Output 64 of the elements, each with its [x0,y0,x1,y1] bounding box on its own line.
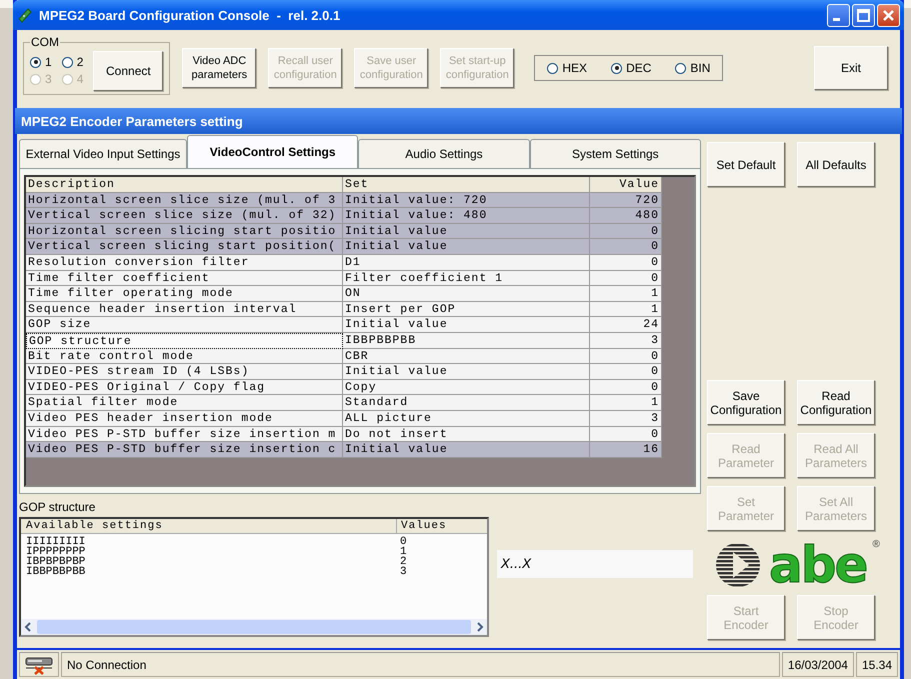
panel-title: MPEG2 Encoder Parameters setting [21,114,243,128]
tab[interactable]: External Video Input Settings [19,139,187,168]
toolbar-button[interactable]: Video ADC parameters [182,48,256,88]
status-message: No Connection [61,652,780,677]
table-row[interactable]: Video PES P-STD buffer size insertion m Do not insert 0 [26,426,662,442]
table-row[interactable]: Vertical screen slicing start position( Initial value 0 [26,239,662,255]
tab[interactable]: Audio Settings [358,139,530,168]
port-radio[interactable]: 2 [62,55,84,69]
registered-mark: ® [872,539,880,550]
list-cell-text: 0 [399,537,407,547]
side-button[interactable]: Set Default [707,142,785,187]
side-button[interactable]: Read Configuration [797,380,875,425]
table-row[interactable]: VIDEO-PES stream ID (4 LSBs) Initial value 0 [26,364,662,380]
table-row[interactable]: Video PES header insertion mode ALL picture 3 [26,410,662,426]
list-cell-text: 3 [399,567,407,577]
maximize-button[interactable] [852,4,875,26]
table-row[interactable]: Horizontal screen slicing start positio Initial value 0 [26,224,662,240]
table-row[interactable]: Horizontal screen slice size (mul. of 3 Initial value: 720 720 [26,192,662,208]
format-radio[interactable]: DEC [611,61,652,75]
window-title: MPEG2 Board Configuration Console - rel. 2.0.1 [39,8,342,22]
tab[interactable]: VideoControl Settings [187,135,358,168]
table-row[interactable]: VIDEO-PES Original / Copy flag Copy 0 [26,380,662,396]
table-row[interactable]: Sequence header insertion interval Insert per GOP 1 [26,302,662,318]
horizontal-scrollbar[interactable] [21,619,487,635]
connect-button[interactable]: Connect [93,50,164,90]
table-row[interactable]: Time filter coefficient Filter coefficient 1 0 [26,270,662,286]
board-icon [17,7,33,23]
column-header[interactable]: Available settings [21,519,397,533]
list-cell-text: IBBPBBPBB [25,567,86,577]
port-radio[interactable]: 1 [30,55,52,69]
table-cell: GOP structure [26,332,343,349]
table-row[interactable]: Vertical screen slice size (mul. of 32) Initial value: 480 480 [26,208,662,224]
table-cell: Initial value [343,442,590,458]
status-time: 15.34 [856,652,898,677]
list-cell-text: IIIIIIIII [25,537,86,547]
com-label: COM [30,35,60,49]
tab[interactable]: System Settings [530,139,701,168]
gop-label: GOP structure [19,500,96,514]
side-button[interactable]: All Defaults [797,142,875,187]
format-radio[interactable]: BIN [675,61,710,75]
table-row[interactable]: Video PES P-STD buffer size insertion c Initial value 16 [26,442,662,458]
pattern-field: X...X [497,550,693,578]
disconnected-icon [24,654,54,674]
list-cell-text: 2 [399,557,407,567]
table-row[interactable]: Bit rate control mode CBR 0 [26,348,662,364]
close-button[interactable] [877,4,900,26]
format-radio[interactable]: HEX [547,61,588,75]
list-cell-text: IBPBPBPBP [25,557,86,567]
logo-text: abe [769,542,866,588]
minimize-button[interactable] [827,4,850,26]
status-date: 16/03/2004 [782,652,854,677]
table-row[interactable]: Time filter operating mode ON 1 [26,286,662,302]
table-row[interactable]: GOP structure IBBPBBPBB 3 [26,332,662,349]
table-row[interactable]: Spatial filter mode Standard 1 [26,395,662,411]
list-cell-text: IPPPPPPPP [25,547,86,557]
column-header[interactable]: Values [397,519,447,533]
table-row[interactable]: GOP size Initial value 24 [26,317,662,333]
exit-button[interactable]: Exit [814,46,888,90]
table-row[interactable]: Resolution conversion filter D1 0 [26,254,662,271]
list-cell-text: 1 [399,547,407,557]
table-cell: 16 [590,442,662,458]
side-button[interactable]: Save Configuration [707,380,785,425]
minimize-icon [833,18,840,20]
table-cell: Video PES P-STD buffer size insertion c [26,442,343,458]
